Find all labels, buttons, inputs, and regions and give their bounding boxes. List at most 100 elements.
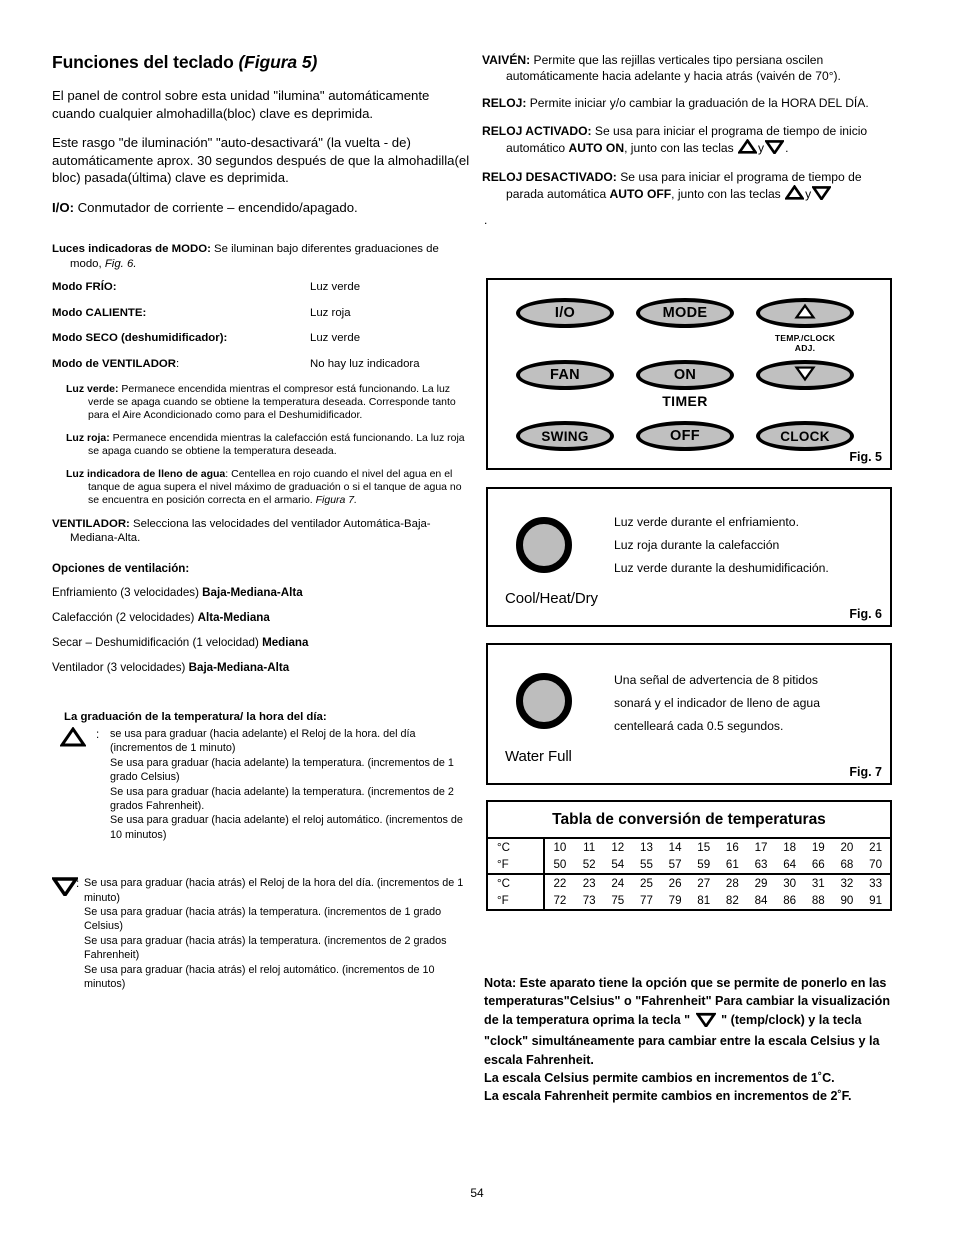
mode-lights-label: Luces indicadoras de MODO: [52,243,211,255]
down-arrow-line-3: Se usa para graduar (hacia atrás) la tem… [84,934,447,962]
intro-paragraph-1: El panel de control sobre esta unidad "i… [52,88,430,121]
mode-row-heat: Modo CALIENTE: Luz roja [52,306,472,321]
temp-clock-adj-line-1: TEMP./CLOCK [774,333,836,343]
triangle-up-icon [59,726,87,751]
mode-value-cool: Luz verde [310,281,361,294]
clock-on-text-2: , junto con las teclas [624,140,738,155]
cell-c-24: 24 [611,877,625,890]
cell-f-91: 91 [869,894,883,907]
triangle-up-icon [736,138,759,157]
page-number: 54 [470,1186,484,1200]
swing-button[interactable]: SWING [516,421,614,451]
conversion-table-block-2: °C 22 23 24 25 26 27 28 29 30 31 32 33 °… [488,875,890,909]
clock-off-label: RELOJ DESACTIVADO: [482,170,617,185]
ventilation-option-fan: Ventilador (3 velocidades) Baja-Mediana-… [52,661,472,675]
cell-f-82: 82 [725,894,739,907]
cell-f-59: 59 [697,858,711,871]
cell-c-33: 33 [869,877,883,890]
cell-f-64: 64 [783,858,797,871]
io-label: I/O: [52,199,74,215]
cell-f-86: 86 [783,894,797,907]
mode-lights-section: Luces indicadoras de MODO: Se iluminan b… [52,242,472,546]
mode-label-dry: Modo SECO (deshumidificador): [52,332,228,345]
document-page: Funciones del teclado (Figura 5) El pane… [0,0,954,1235]
cell-f-70: 70 [869,858,883,871]
mode-lamp-icon [516,517,572,573]
triangle-down-icon [811,186,833,203]
cell-c-21: 21 [869,841,883,854]
subdef-red-light-text: Permanece encendida mientras la calefacc… [88,431,465,458]
subdef-green-light-text: Permanece encendida mientras el compreso… [88,382,456,422]
triangle-down-icon [764,139,786,157]
figure-7-line-1: Una señal de advertencia de 8 pitidos [614,673,818,687]
figure-7-caption: Fig. 7 [849,765,882,779]
cell-f-79: 79 [668,894,682,907]
triangle-down-icon [792,365,818,386]
subdef-green-light: Luz verde: Permanece encendida mientras … [52,383,472,423]
cell-f-63: 63 [754,858,768,871]
cell-f-77: 77 [640,894,653,907]
subdef-water-full-figref: Figura 7. [315,494,358,507]
cell-f-61: 61 [725,858,739,871]
figure-6-caption: Fig. 6 [849,607,882,621]
cell-f-68: 68 [840,858,854,871]
temp-clock-adj-line-2: ADJ. [794,343,816,353]
clock-definition: RELOJ: Permite iniciar y/o cambiar la gr… [482,95,902,111]
up-arrow-line-3: Se usa para graduar (hacia adelante) la … [110,785,454,813]
figure-7-line-3: centelleará cada 0.5 segundos. [614,719,784,733]
up-arrow-line-4: Se usa para graduar (hacia adelante) el … [110,814,463,841]
ventilation-option-cooling: Enfriamiento (3 velocidades) Baja-Median… [52,586,472,600]
unit-celsius: °C [488,839,545,856]
keypad: I/O MODE TEMP./CLOCK ADJ. FAN ON TIMER S… [488,280,890,468]
triangle-up-icon [784,184,806,203]
mode-label-heat: Modo CALIENTE: [52,306,147,319]
clock-definition-label: RELOJ: [482,96,527,111]
cell-c-12: 12 [611,841,625,854]
timer-on-button[interactable]: ON [636,360,734,390]
subdef-water-full-light: Luz indicadora de lleno de agua: Centell… [52,468,472,508]
triangle-up-icon [792,303,818,324]
table-row: °C 22 23 24 25 26 27 28 29 30 31 32 33 [488,875,890,892]
cell-c-16: 16 [725,841,739,854]
timer-label: TIMER [662,393,708,409]
cell-f-57: 57 [668,858,682,871]
cell-c-14: 14 [668,841,682,854]
ventilation-option-heating-speeds: Alta-Mediana [197,611,270,624]
left-column: Funciones del teclado (Figura 5) El pane… [50,52,472,998]
mode-value-dry: Luz verde [310,332,361,345]
clock-off-text-2: , junto con las teclas [671,187,785,202]
subdef-red-light-label: Luz roja: [66,431,110,444]
cell-f-88: 88 [811,894,825,907]
cell-c-20: 20 [840,841,854,854]
cell-c-15: 15 [697,841,711,854]
triangle-down-icon [694,1012,717,1030]
clock-on-tail: . [785,140,789,155]
cell-c-28: 28 [725,877,739,890]
cell-f-75: 75 [611,894,625,907]
figure-5-caption: Fig. 5 [849,450,882,464]
cell-c-29: 29 [754,877,768,890]
clock-on-definition: RELOJ ACTIVADO: Se usa para iniciar el p… [482,123,902,158]
figure-7-lamp-caption: Water Full [505,748,572,765]
mode-lights-definition: Luces indicadoras de MODO: Se iluminan b… [52,242,472,271]
nota-block: Nota: Este aparato tiene la opción que s… [484,974,902,1106]
fan-button[interactable]: FAN [516,360,614,390]
down-arrow-line-1: Se usa para graduar (hacia atrás) el Rel… [84,877,464,904]
temp-up-button[interactable] [756,298,854,328]
ventilation-option-heating-text: Calefacción (2 velocidades) [52,611,198,624]
swing-definition-text: Permite que las rejillas verticales tipo… [506,53,841,84]
temp-down-button[interactable] [756,360,854,390]
timer-off-button[interactable]: OFF [636,421,734,451]
io-button[interactable]: I/O [516,298,614,328]
clock-button[interactable]: CLOCK [756,421,854,451]
page-title-main: Funciones del teclado [52,52,234,72]
ventilation-option-dry: Secar – Deshumidificación (1 velocidad) … [52,636,472,650]
page-title-figref: (Figura 5) [238,52,318,72]
mode-button[interactable]: MODE [636,298,734,328]
subdef-red-light: Luz roja: Permanece encendida mientras l… [52,432,472,459]
stray-period: . [484,213,488,228]
cell-c-19: 19 [811,841,825,854]
cell-c-10: 10 [553,841,567,854]
unit-fahrenheit: °F [488,892,545,909]
clock-definition-text: Permite iniciar y/o cambiar la graduació… [526,96,869,111]
